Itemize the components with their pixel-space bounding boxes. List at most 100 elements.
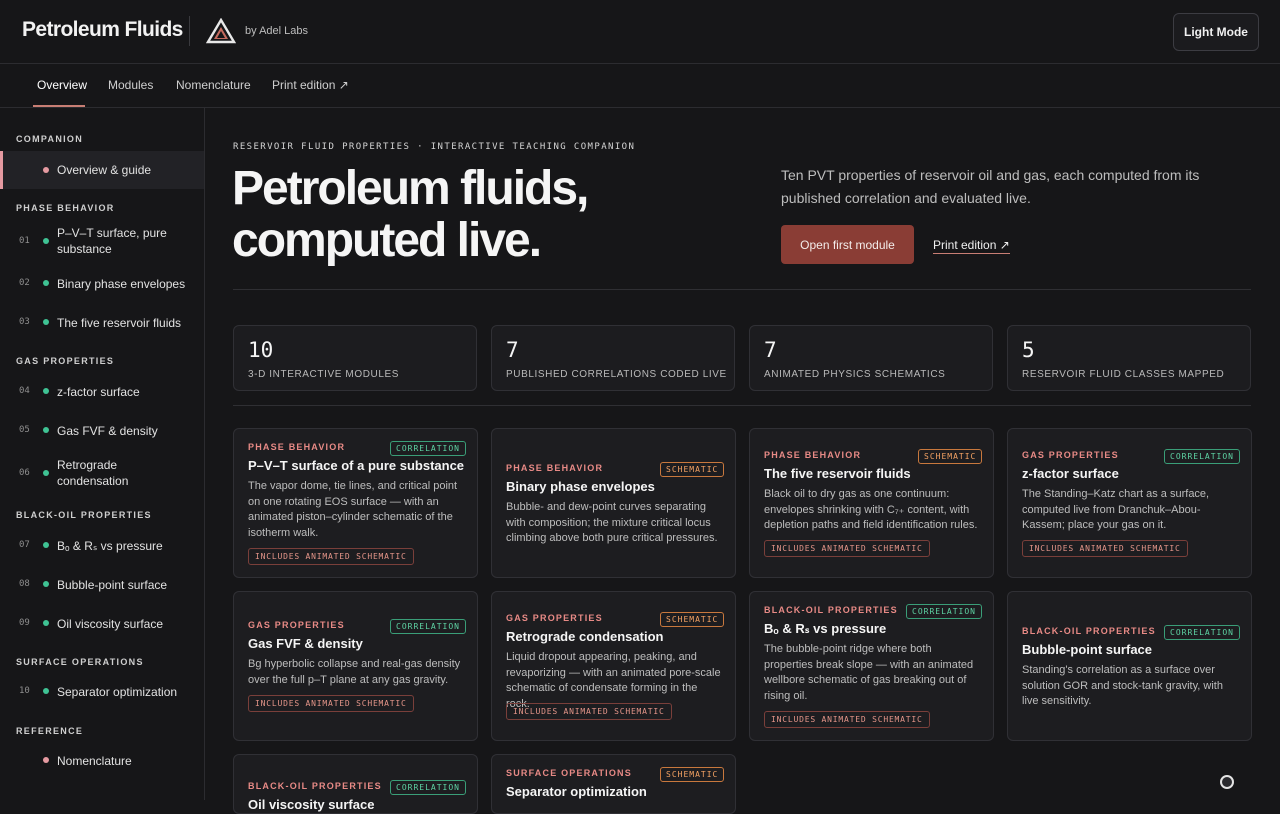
sidebar-item-07[interactable]: 07 Bₒ & Rₛ vs pressure <box>0 536 204 558</box>
print-edition-link[interactable]: Print edition ↗ <box>933 238 1010 254</box>
schematic-badge: SCHEMATIC <box>660 767 725 782</box>
sidebar-item-number: 04 <box>19 386 30 396</box>
sidebar-item-label: Gas FVF & density <box>57 424 158 438</box>
card-title: Retrograde condensation <box>506 629 664 644</box>
animated-schematic-tag: INCLUDES ANIMATED SCHEMATIC <box>1022 540 1188 557</box>
sidebar-section-blackoil: BLACK-OIL PROPERTIES <box>16 510 152 520</box>
sidebar-item-label: Nomenclature <box>57 754 132 768</box>
sidebar-item-06[interactable]: 06 Retrograde condensation <box>0 456 204 492</box>
card-category: PHASE BEHAVIOR <box>764 450 862 460</box>
sidebar-item-number: 03 <box>19 317 30 327</box>
sidebar-item-overview[interactable]: Overview & guide <box>0 151 204 189</box>
stat-card: 10 3-D INTERACTIVE MODULES <box>233 325 477 391</box>
dot-icon <box>43 688 49 694</box>
module-card-06[interactable]: GAS PROPERTIES SCHEMATIC Retrograde cond… <box>491 591 736 741</box>
card-title: The five reservoir fluids <box>764 466 911 481</box>
dot-icon <box>43 167 49 173</box>
stat-value: 7 <box>506 338 519 362</box>
sidebar-item-number: 09 <box>19 618 30 628</box>
module-card-03[interactable]: PHASE BEHAVIOR SCHEMATIC The five reserv… <box>749 428 994 578</box>
sidebar-item-label: Bubble-point surface <box>57 578 168 592</box>
dot-icon <box>43 388 49 394</box>
card-title: P–V–T surface of a pure substance <box>248 458 465 473</box>
hero-title-line-1: Petroleum fluids, <box>232 162 589 215</box>
stat-card: 7 ANIMATED PHYSICS SCHEMATICS <box>749 325 993 391</box>
sidebar-item-nomenclature[interactable]: Nomenclature <box>0 751 204 773</box>
nav-nomenclature[interactable]: Nomenclature <box>176 78 251 92</box>
sidebar-item-08[interactable]: 08 Bubble-point surface <box>0 575 204 597</box>
divider <box>233 405 1251 406</box>
stat-label: ANIMATED PHYSICS SCHEMATICS <box>764 369 946 380</box>
sidebar-item-05[interactable]: 05 Gas FVF & density <box>0 421 204 443</box>
card-title: Bₒ & Rₛ vs pressure <box>764 621 887 636</box>
module-card-09[interactable]: BLACK-OIL PROPERTIES CORRELATION Oil vis… <box>233 754 478 814</box>
animated-schematic-tag: INCLUDES ANIMATED SCHEMATIC <box>248 695 414 712</box>
sidebar-item-label: Retrograde condensation <box>57 458 129 488</box>
card-category: BLACK-OIL PROPERTIES <box>764 605 898 615</box>
schematic-badge: SCHEMATIC <box>918 449 983 464</box>
sidebar-item-number: 08 <box>19 579 30 589</box>
animated-schematic-tag: INCLUDES ANIMATED SCHEMATIC <box>764 711 930 728</box>
sidebar-item-label: Bₒ & Rₛ vs pressure <box>57 539 163 553</box>
correlation-badge: CORRELATION <box>390 619 466 634</box>
nav-active-underline <box>33 105 85 107</box>
module-card-02[interactable]: PHASE BEHAVIOR SCHEMATIC Binary phase en… <box>491 428 736 578</box>
card-title: Separator optimization <box>506 784 647 799</box>
correlation-badge: CORRELATION <box>1164 625 1240 640</box>
brand-title[interactable]: Petroleum Fluids <box>22 18 183 42</box>
byline: by Adel Labs <box>245 25 308 37</box>
card-title: Bubble-point surface <box>1022 642 1153 657</box>
card-description: Bg hyperbolic collapse and real-gas dens… <box>248 658 461 686</box>
main-nav: Overview Modules Nomenclature Print edit… <box>0 64 1280 108</box>
dot-icon <box>43 319 49 325</box>
floating-circle-icon[interactable] <box>1220 775 1234 789</box>
stat-label: 3-D INTERACTIVE MODULES <box>248 369 400 380</box>
sidebar-item-label: Oil viscosity surface <box>57 617 164 631</box>
nav-overview[interactable]: Overview <box>37 78 87 92</box>
sidebar-item-label: z-factor surface <box>57 385 140 399</box>
card-category: PHASE BEHAVIOR <box>506 463 604 473</box>
correlation-badge: CORRELATION <box>1164 449 1240 464</box>
nav-print-edition[interactable]: Print edition ↗ <box>272 78 349 92</box>
card-description: Standing's correlation as a surface over… <box>1022 664 1223 707</box>
sidebar: COMPANION Overview & guide PHASE BEHAVIO… <box>0 108 205 800</box>
correlation-badge: CORRELATION <box>906 604 982 619</box>
card-title: Gas FVF & density <box>248 636 363 651</box>
card-title: Oil viscosity surface <box>248 797 375 812</box>
stat-label: PUBLISHED CORRELATIONS CODED LIVE <box>506 369 727 380</box>
sidebar-item-09[interactable]: 09 Oil viscosity surface <box>0 614 204 636</box>
card-category: BLACK-OIL PROPERTIES <box>248 781 382 791</box>
module-card-07[interactable]: BLACK-OIL PROPERTIES CORRELATION Bₒ & Rₛ… <box>749 591 994 741</box>
stat-value: 10 <box>248 338 274 362</box>
adel-labs-logo-icon <box>206 18 236 44</box>
sidebar-item-label: P–V–T surface, pure substance <box>57 226 167 256</box>
animated-schematic-tag: INCLUDES ANIMATED SCHEMATIC <box>506 703 672 720</box>
card-title: Binary phase envelopes <box>506 479 655 494</box>
open-first-module-button[interactable]: Open first module <box>781 225 914 264</box>
sidebar-item-10[interactable]: 10 Separator optimization <box>0 682 204 704</box>
nav-modules[interactable]: Modules <box>108 78 153 92</box>
module-card-08[interactable]: BLACK-OIL PROPERTIES CORRELATION Bubble-… <box>1007 591 1252 741</box>
module-card-04[interactable]: GAS PROPERTIES CORRELATION z-factor surf… <box>1007 428 1252 578</box>
dot-icon <box>43 470 49 476</box>
hero-eyebrow: RESERVOIR FLUID PROPERTIES · INTERACTIVE… <box>233 142 636 152</box>
card-description: The Standing–Katz chart as a surface, co… <box>1022 488 1210 531</box>
sidebar-item-01[interactable]: 01 P–V–T surface, pure substance <box>0 224 204 260</box>
sidebar-item-number: 01 <box>19 236 30 246</box>
card-title: z-factor surface <box>1022 466 1119 481</box>
stat-value: 5 <box>1022 338 1035 362</box>
sidebar-section-companion: COMPANION <box>16 134 84 144</box>
light-mode-button[interactable]: Light Mode <box>1173 13 1259 51</box>
sidebar-item-number: 02 <box>19 278 30 288</box>
sidebar-section-phase: PHASE BEHAVIOR <box>16 203 115 213</box>
dot-icon <box>43 757 49 763</box>
card-category: BLACK-OIL PROPERTIES <box>1022 626 1156 636</box>
sidebar-item-04[interactable]: 04 z-factor surface <box>0 382 204 404</box>
module-card-10[interactable]: SURFACE OPERATIONS SCHEMATIC Separator o… <box>491 754 736 814</box>
sidebar-item-02[interactable]: 02 Binary phase envelopes <box>0 274 204 296</box>
sidebar-item-03[interactable]: 03 The five reservoir fluids <box>0 313 204 335</box>
module-card-01[interactable]: PHASE BEHAVIOR CORRELATION P–V–T surface… <box>233 428 478 578</box>
card-category: PHASE BEHAVIOR <box>248 442 346 452</box>
brand-divider <box>189 16 190 46</box>
module-card-05[interactable]: GAS PROPERTIES CORRELATION Gas FVF & den… <box>233 591 478 741</box>
